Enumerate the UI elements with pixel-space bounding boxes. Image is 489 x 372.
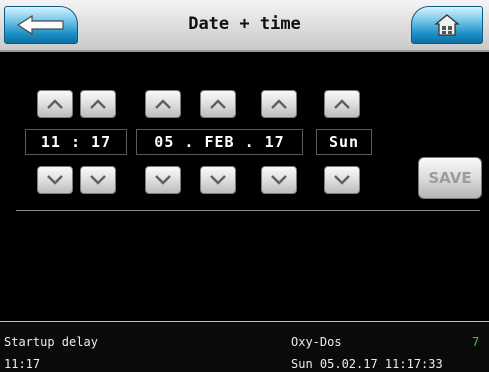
chevron-down-icon [90, 175, 106, 185]
chevron-up-icon [90, 99, 106, 109]
chevron-up-icon [47, 99, 63, 109]
chevron-down-icon [155, 175, 171, 185]
hour-up-button[interactable] [37, 90, 73, 118]
chevron-up-icon [155, 99, 171, 109]
time-value: 11 : 17 [25, 129, 127, 155]
status-timer: 11:17 [4, 357, 41, 371]
chevron-down-icon [334, 175, 350, 185]
day-down-button[interactable] [145, 166, 181, 194]
chevron-down-icon [210, 175, 226, 185]
status-mode-label: Startup delay [4, 335, 98, 349]
weekday-down-button[interactable] [324, 166, 360, 194]
home-icon [434, 14, 460, 36]
status-program-label: Oxy-Dos [291, 335, 342, 349]
year-down-button[interactable] [261, 166, 297, 194]
month-down-button[interactable] [200, 166, 236, 194]
chevron-up-icon [271, 99, 287, 109]
home-button[interactable] [411, 6, 483, 44]
day-up-button[interactable] [145, 90, 181, 118]
chevron-down-icon [47, 175, 63, 185]
status-bar: Startup delay 11:17 Oxy-Dos 7 Sun 05.02.… [0, 321, 489, 372]
hour-down-button[interactable] [37, 166, 73, 194]
weekday-up-button[interactable] [324, 90, 360, 118]
status-indicator: 7 [472, 335, 480, 349]
year-up-button[interactable] [261, 90, 297, 118]
header-bar: Date + time [0, 0, 489, 52]
chevron-down-icon [271, 175, 287, 185]
minute-down-button[interactable] [80, 166, 116, 194]
chevron-up-icon [334, 99, 350, 109]
month-up-button[interactable] [200, 90, 236, 118]
weekday-value: Sun [316, 129, 372, 155]
save-button[interactable]: SAVE [418, 157, 482, 199]
chevron-up-icon [210, 99, 226, 109]
status-datetime: Sun 05.02.17 11:17:33 [291, 357, 443, 371]
divider [16, 210, 480, 211]
minute-up-button[interactable] [80, 90, 116, 118]
date-value: 05 . FEB . 17 [136, 129, 303, 155]
